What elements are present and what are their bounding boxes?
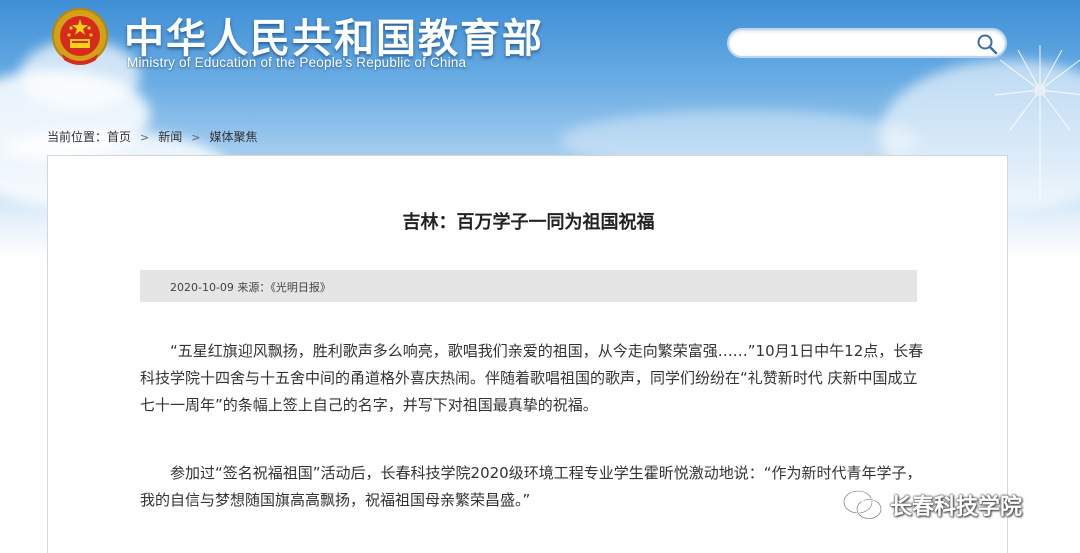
- article-meta: 2020-10-09 来源：《光明日报》: [170, 281, 331, 294]
- article-meta-bar: 2020-10-09 来源：《光明日报》: [140, 270, 917, 302]
- chevron-right-icon: >: [140, 131, 150, 144]
- wechat-watermark: 长春科技学院: [842, 487, 1022, 523]
- breadcrumb-media-link[interactable]: 媒体聚焦: [209, 130, 257, 144]
- breadcrumb: 当前位置：首页 > 新闻 > 媒体聚焦: [47, 128, 258, 145]
- search-box: [727, 28, 1007, 58]
- watermark-text: 长春科技学院: [890, 495, 1023, 520]
- breadcrumb-news-link[interactable]: 新闻: [158, 130, 182, 144]
- national-emblem-logo[interactable]: [50, 6, 110, 70]
- breadcrumb-home-link[interactable]: 首页: [107, 130, 131, 144]
- breadcrumb-prefix: 当前位置：: [47, 130, 108, 144]
- site-subtitle: Ministry of Education of the People's Re…: [127, 55, 467, 70]
- chevron-right-icon: >: [191, 131, 201, 144]
- wechat-icon: [842, 489, 883, 520]
- article-title: 吉林：百万学子一同为祖国祝福: [402, 212, 655, 233]
- search-icon[interactable]: [975, 32, 999, 56]
- search-input[interactable]: [741, 34, 971, 54]
- article-paragraph: “五星红旗迎风飘扬，胜利歌声多么响亮，歌唱我们亲爱的祖国，从今走向繁荣富强……”…: [140, 342, 924, 414]
- article-paragraph: 参加过“签名祝福祖国”活动后，长春科技学院2020级环境工程专业学生霍昕悦激动地…: [140, 464, 922, 509]
